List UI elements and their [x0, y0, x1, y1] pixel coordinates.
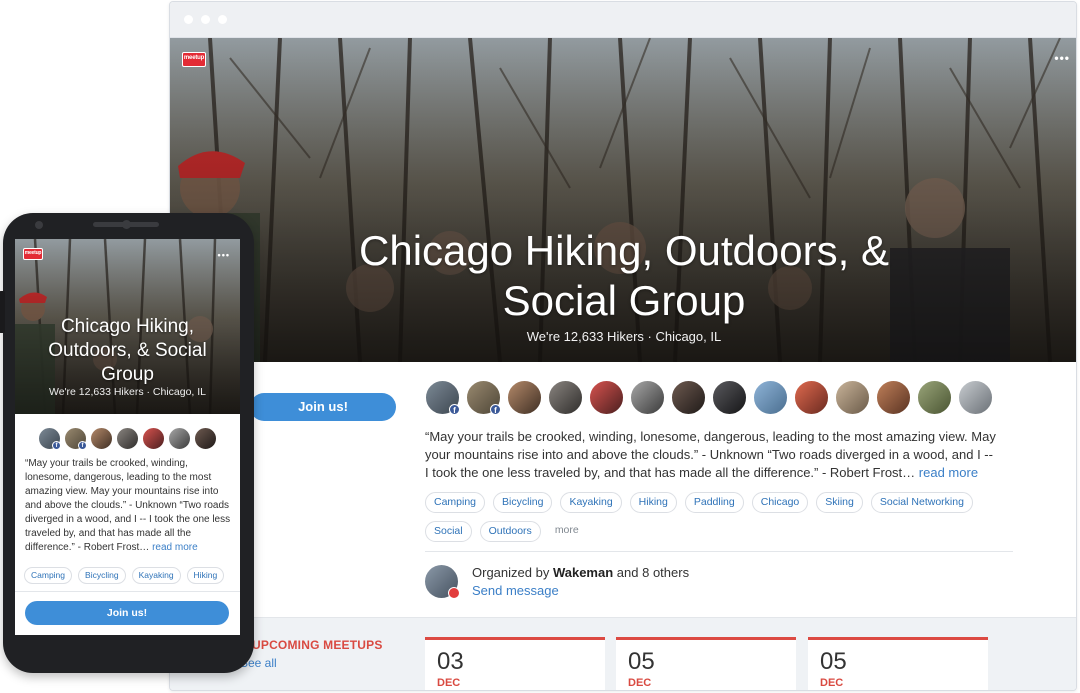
- meetup-day: 03: [437, 648, 464, 675]
- group-info-section: Join us! f f “May your trails be crooked…: [170, 362, 1076, 617]
- topic-tag[interactable]: Social: [425, 521, 472, 542]
- more-tags-link[interactable]: more: [548, 521, 593, 542]
- mobile-join-bar: Join us!: [15, 591, 240, 635]
- mobile-topic-tags: Camping Bicycling Kayaking Hiking: [24, 567, 225, 584]
- member-avatar[interactable]: [168, 427, 191, 450]
- mobile-group-description: “May your trails be crooked, winding, lo…: [25, 458, 231, 553]
- mobile-group-banner: meetup ••• Chicago Hiking, Outdoors, & S…: [15, 239, 240, 414]
- window-dot-icon: [218, 15, 227, 24]
- member-avatar[interactable]: [548, 380, 583, 415]
- browser-titlebar: [170, 2, 1076, 38]
- member-avatars: f f: [425, 380, 993, 415]
- facebook-icon: f: [449, 404, 460, 415]
- facebook-icon: f: [52, 441, 61, 450]
- topic-tag[interactable]: Camping: [24, 567, 73, 584]
- member-avatar[interactable]: [712, 380, 747, 415]
- member-avatar[interactable]: [671, 380, 706, 415]
- meetup-card[interactable]: 05 DEC: [808, 637, 988, 690]
- topic-tag[interactable]: Bicycling: [493, 492, 553, 513]
- phone-speaker: [93, 222, 159, 227]
- member-avatar[interactable]: [116, 427, 139, 450]
- topic-tag[interactable]: Hiking: [186, 567, 225, 584]
- group-description: “May your trails be crooked, winding, lo…: [425, 429, 996, 480]
- mobile-member-avatars: f f: [38, 427, 217, 450]
- phone-device: meetup ••• Chicago Hiking, Outdoors, & S…: [0, 213, 254, 673]
- topic-tag[interactable]: Outdoors: [479, 521, 541, 542]
- topic-tag[interactable]: Camping: [425, 492, 486, 513]
- meetup-day: 05: [820, 648, 847, 675]
- mobile-more-icon[interactable]: •••: [218, 251, 230, 260]
- member-avatar[interactable]: [917, 380, 952, 415]
- member-avatar[interactable]: f: [64, 427, 87, 450]
- member-avatar[interactable]: [507, 380, 542, 415]
- group-title: Chicago Hiking, Outdoors, & Social Group: [359, 227, 889, 324]
- window-dot-icon: [184, 15, 193, 24]
- browser-window: meetup ••• Chicago Hiking, Outdoors, & S…: [169, 1, 1077, 691]
- member-avatar[interactable]: [958, 380, 993, 415]
- topic-tag[interactable]: Paddling: [684, 492, 744, 513]
- topic-tag[interactable]: Kayaking: [560, 492, 622, 513]
- join-button[interactable]: Join us!: [250, 393, 396, 421]
- organizer-name[interactable]: Wakeman: [553, 565, 613, 580]
- upcoming-meetups-heading: UPCOMING MEETUPS: [252, 638, 383, 652]
- facebook-icon: f: [78, 441, 87, 450]
- organizer-badge-icon: [448, 587, 460, 599]
- meetup-month: DEC: [820, 677, 844, 689]
- topic-tags: Camping Bicycling Kayaking Hiking Paddli…: [425, 492, 1015, 542]
- meetup-logo[interactable]: meetup: [182, 52, 206, 67]
- send-message-link[interactable]: Send message: [472, 583, 559, 598]
- phone-side-button: [0, 291, 5, 333]
- mobile-group-title: Chicago Hiking, Outdoors, & Social Group: [48, 316, 207, 385]
- meetup-month: DEC: [437, 677, 461, 689]
- more-icon[interactable]: •••: [1054, 52, 1070, 64]
- meetup-month: DEC: [628, 677, 652, 689]
- meetup-card[interactable]: 03 DEC: [425, 637, 605, 690]
- mobile-meetup-logo[interactable]: meetup: [23, 248, 43, 260]
- member-avatar[interactable]: [630, 380, 665, 415]
- topic-tag[interactable]: Chicago: [751, 492, 809, 513]
- group-subtitle: We're 12,633 Hikers · Chicago, IL: [526, 329, 722, 344]
- mobile-read-more-link[interactable]: read more: [152, 542, 198, 553]
- facebook-icon: f: [490, 404, 501, 415]
- read-more-link[interactable]: read more: [919, 465, 978, 480]
- member-avatar[interactable]: [835, 380, 870, 415]
- member-avatar[interactable]: [194, 427, 217, 450]
- phone-camera: [35, 221, 43, 229]
- topic-tag[interactable]: Skiing: [816, 492, 863, 513]
- member-avatar[interactable]: [876, 380, 911, 415]
- topic-tag[interactable]: Kayaking: [131, 567, 181, 584]
- meetup-card[interactable]: 05 DEC: [616, 637, 796, 690]
- organizer-line: Organized by Wakeman and 8 others: [472, 565, 690, 580]
- member-avatar[interactable]: [142, 427, 165, 450]
- member-avatar[interactable]: [753, 380, 788, 415]
- mobile-join-button[interactable]: Join us!: [25, 601, 229, 625]
- member-avatar[interactable]: [589, 380, 624, 415]
- member-avatar[interactable]: f: [425, 380, 460, 415]
- upcoming-meetups-section: UPCOMING MEETUPS See all 03 DEC 05 DEC 0…: [170, 617, 1076, 690]
- window-dot-icon: [201, 15, 210, 24]
- group-banner: meetup ••• Chicago Hiking, Outdoors, & S…: [170, 38, 1076, 362]
- divider: [425, 551, 1013, 552]
- topic-tag[interactable]: Bicycling: [78, 567, 126, 584]
- meetup-day: 05: [628, 648, 655, 675]
- member-avatar[interactable]: f: [38, 427, 61, 450]
- member-avatar[interactable]: [794, 380, 829, 415]
- mobile-group-subtitle: We're 12,633 Hikers · Chicago, IL: [48, 386, 207, 398]
- member-avatar[interactable]: f: [466, 380, 501, 415]
- topic-tag[interactable]: Hiking: [629, 492, 677, 513]
- member-avatar[interactable]: [90, 427, 113, 450]
- phone-screen: meetup ••• Chicago Hiking, Outdoors, & S…: [15, 239, 240, 635]
- topic-tag[interactable]: Social Networking: [870, 492, 973, 513]
